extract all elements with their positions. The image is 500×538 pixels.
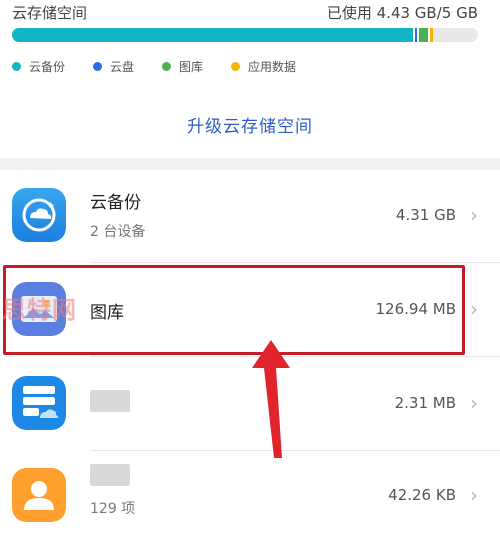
legend-dot-icon [93,62,103,71]
legend-label: 图库 [179,60,204,74]
cloud-backup-icon [12,188,66,242]
storage-usage-text: 已使用 4.43 GB/5 GB [326,4,478,22]
item-name: 云备份 [90,193,141,213]
usage-bar-segment [429,28,433,42]
list-item-cloud-drive[interactable]: 2.31 MB › [0,360,500,446]
legend-dot-icon [162,62,172,71]
chevron-right-icon: › [470,203,478,227]
chevron-right-icon: › [470,391,478,415]
legend-dot-icon [231,62,241,71]
legend-item: 云盘 [93,58,134,75]
item-size: 42.26 KB [388,486,456,504]
item-sub: 129 项 [90,501,136,517]
section-separator [0,158,500,170]
legend-item: 云备份 [12,58,65,75]
cloud-drive-icon [12,376,66,430]
item-size: 2.31 MB [394,394,456,412]
legend-item: 应用数据 [231,58,296,75]
legend-item: 图库 [162,58,203,75]
storage-legend: 云备份 云盘 图库 应用数据 [12,58,296,75]
upgrade-storage-button[interactable]: 升级云存储空间 [0,112,500,137]
legend-label: 应用数据 [248,60,297,74]
item-sub: 2 台设备 [90,224,146,240]
storage-usage-bar [12,28,478,42]
redacted-name [90,390,130,412]
list-item-contacts[interactable]: 129 项 42.26 KB › [0,452,500,538]
storage-title: 云存储空间 [12,4,88,22]
usage-bar-segment [418,28,428,42]
storage-header: 云存储空间 已使用 4.43 GB/5 GB [0,0,500,24]
list-item-cloud-backup[interactable]: 云备份 2 台设备 4.31 GB › [0,172,500,258]
item-size: 4.31 GB [395,206,456,224]
chevron-right-icon: › [470,483,478,507]
legend-label: 云备份 [29,60,66,74]
watermark-text: 思特网 [2,296,77,324]
legend-label: 云盘 [110,60,135,74]
contacts-icon [12,468,66,522]
usage-bar-segment [12,28,413,42]
legend-dot-icon [12,62,21,71]
chevron-right-icon: › [470,297,478,321]
redacted-name [90,464,130,486]
annotation-arrow-icon [252,340,290,458]
row-divider [90,262,500,263]
